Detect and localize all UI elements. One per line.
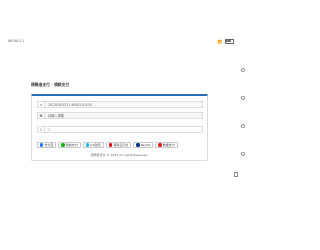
unionpay-icon	[108, 143, 113, 147]
page-title: 捐赠者支付 · 捐款支付	[31, 82, 70, 87]
side-nav-circle-icon[interactable]	[241, 68, 245, 72]
data-pay-icon	[158, 143, 162, 147]
battery-icon	[225, 39, 234, 45]
order-icon: ≡	[38, 102, 45, 107]
amount-value: 1	[48, 127, 51, 132]
wechat-button[interactable]: 微信支付	[58, 142, 81, 148]
name-field[interactable]: ☻ 请输入捐赠	[37, 112, 203, 119]
qq-label: QQ钱包	[90, 143, 101, 147]
unionpay-button[interactable]: 银联云闪付	[105, 142, 132, 148]
yen-icon: ¥	[38, 127, 45, 132]
payment-buttons: 支付宝 微信支付 QQ钱包 银联云闪付 PayPal 数据支付	[37, 142, 178, 148]
qq-icon	[85, 143, 90, 147]
amount-field[interactable]: ¥ 1	[37, 126, 203, 133]
order-id-value: 20220304271 9000210100	[48, 102, 92, 107]
name-placeholder: 请输入捐赠	[48, 114, 64, 118]
data-pay-label: 数据支付	[162, 143, 175, 147]
order-id-field[interactable]: ≡ 20220304271 9000210100	[37, 101, 203, 108]
alipay-icon	[40, 143, 44, 147]
alipay-button[interactable]: 支付宝	[37, 142, 57, 148]
qq-wallet-button[interactable]: QQ钱包	[82, 142, 104, 148]
document-icon[interactable]	[234, 172, 238, 177]
paypal-icon	[136, 143, 140, 147]
paypal-label: PayPal	[140, 143, 151, 147]
side-nav-circle-icon[interactable]	[241, 124, 245, 128]
status-icons: 📶	[217, 39, 234, 45]
side-nav-circle-icon[interactable]	[241, 152, 245, 156]
paypal-button[interactable]: PayPal	[133, 142, 154, 148]
signal-icon: 📶	[217, 39, 222, 44]
side-nav-circle-icon[interactable]	[241, 96, 245, 100]
wechat-label: 微信支付	[65, 143, 78, 147]
status-time: 08:00:11	[8, 39, 25, 43]
payment-card: ≡ 20220304271 9000210100 ☻ 请输入捐赠 ¥ 1 支付宝…	[31, 94, 208, 161]
alipay-label: 支付宝	[44, 143, 54, 147]
copyright-text: 捐赠者支付 © 2022 All rights Reserved.	[90, 153, 149, 157]
data-pay-button[interactable]: 数据支付	[155, 142, 178, 148]
wechat-icon	[61, 143, 65, 147]
user-icon: ☻	[38, 113, 45, 118]
unionpay-label: 银联云闪付	[113, 143, 129, 147]
